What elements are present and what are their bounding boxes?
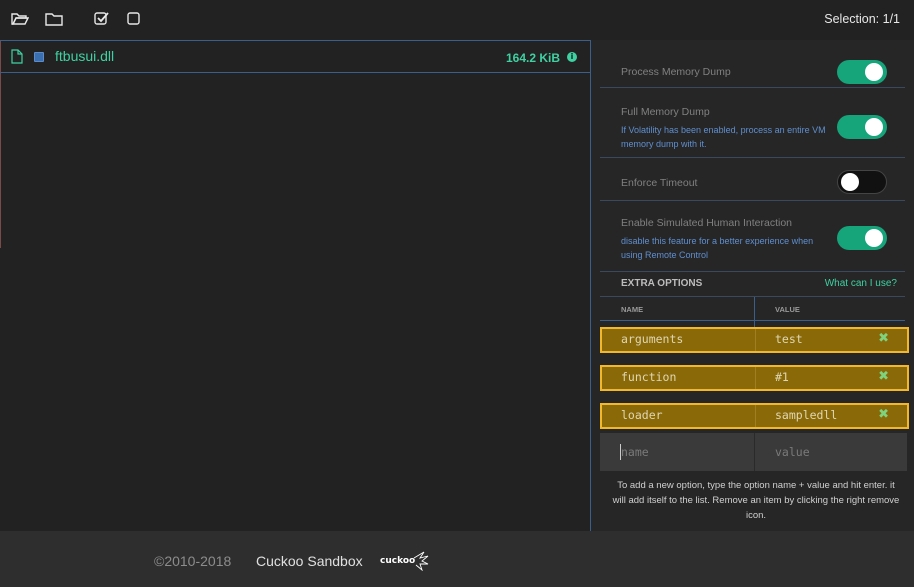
option-label: Process Memory Dump: [621, 66, 731, 78]
row-separator: [754, 433, 755, 471]
option-key[interactable]: loader: [621, 408, 663, 422]
row-separator: [755, 405, 756, 427]
new-option-value-input[interactable]: [775, 433, 895, 471]
cuckoo-logo-icon: cuckoo: [380, 551, 429, 571]
option-help: disable this feature for a better experi…: [621, 236, 814, 260]
extra-options-columns: NAME VALUE: [600, 297, 905, 321]
option-help: If Volatility has been enabled, process …: [621, 125, 826, 149]
option-process-memory-dump: Process Memory Dump: [600, 47, 905, 88]
info-icon[interactable]: i: [567, 52, 577, 62]
option-full-memory-dump: Full Memory Dump If Volatility has been …: [600, 87, 905, 158]
column-header-line: [600, 320, 905, 321]
toggle-full-memory-dump[interactable]: [837, 115, 887, 139]
option-label: Enforce Timeout: [621, 177, 698, 189]
text-cursor: [620, 444, 621, 460]
extra-options-help: To add a new option, type the option nam…: [612, 480, 900, 521]
toggle-simulated-human-interaction[interactable]: [837, 226, 887, 250]
toggle-process-memory-dump[interactable]: [837, 60, 887, 84]
column-separator: [754, 297, 755, 330]
option-label: Enable Simulated Human Interaction: [621, 217, 793, 229]
square-icon[interactable]: [126, 11, 144, 27]
folder-icon[interactable]: [45, 11, 63, 27]
extra-option-row[interactable]: arguments test ✖: [600, 327, 909, 353]
svg-text:cuckoo: cuckoo: [380, 556, 415, 566]
what-can-i-use-link[interactable]: What can I use?: [825, 278, 897, 289]
remove-icon[interactable]: ✖: [878, 407, 889, 422]
option-simulated-human-interaction: Enable Simulated Human Interaction disab…: [600, 200, 905, 272]
column-name-header: NAME: [621, 305, 644, 314]
file-icon: [11, 49, 23, 64]
option-label: Full Memory Dump: [621, 106, 710, 118]
toggle-knob: [841, 173, 859, 191]
file-checkbox[interactable]: [34, 52, 44, 62]
option-enforce-timeout: Enforce Timeout: [600, 157, 905, 201]
new-option-row: [600, 433, 907, 471]
toggle-knob: [865, 118, 883, 136]
toggle-enforce-timeout[interactable]: [837, 170, 887, 194]
check-square-icon[interactable]: [93, 11, 111, 27]
file-size: 164.2 KiB: [505, 51, 560, 65]
row-separator: [755, 329, 756, 351]
remove-icon[interactable]: ✖: [878, 369, 889, 384]
extra-option-row[interactable]: function #1 ✖: [600, 365, 909, 391]
toggle-knob: [865, 229, 883, 247]
selection-count: Selection: 1/1: [824, 12, 900, 26]
file-tree-pane: ftbusui.dll 164.2 KiB i: [0, 40, 591, 531]
top-toolbar: Selection: 1/1: [0, 0, 914, 40]
file-name[interactable]: ftbusui.dll: [55, 48, 114, 64]
column-value-header: VALUE: [775, 305, 800, 314]
new-option-name-input[interactable]: [621, 433, 751, 471]
option-value[interactable]: sampledll: [775, 408, 837, 422]
folder-open-icon[interactable]: [11, 11, 29, 27]
options-pane: Process Memory Dump Full Memory Dump If …: [591, 40, 914, 531]
file-row[interactable]: ftbusui.dll 164.2 KiB i: [0, 41, 590, 73]
toggle-knob: [865, 63, 883, 81]
option-value[interactable]: test: [775, 332, 803, 346]
option-key[interactable]: arguments: [621, 332, 683, 346]
extra-option-row[interactable]: loader sampledll ✖: [600, 403, 909, 429]
row-separator: [755, 367, 756, 389]
remove-icon[interactable]: ✖: [878, 331, 889, 346]
extra-options-header: EXTRA OPTIONS What can I use?: [600, 272, 905, 297]
extra-options-title: EXTRA OPTIONS: [621, 278, 703, 289]
footer: ©2010-2018 Cuckoo Sandbox cuckoo: [0, 531, 914, 587]
brand-name: Cuckoo Sandbox: [256, 553, 363, 569]
option-value[interactable]: #1: [775, 370, 789, 384]
copyright-text: ©2010-2018: [154, 553, 232, 569]
option-key[interactable]: function: [621, 370, 676, 384]
